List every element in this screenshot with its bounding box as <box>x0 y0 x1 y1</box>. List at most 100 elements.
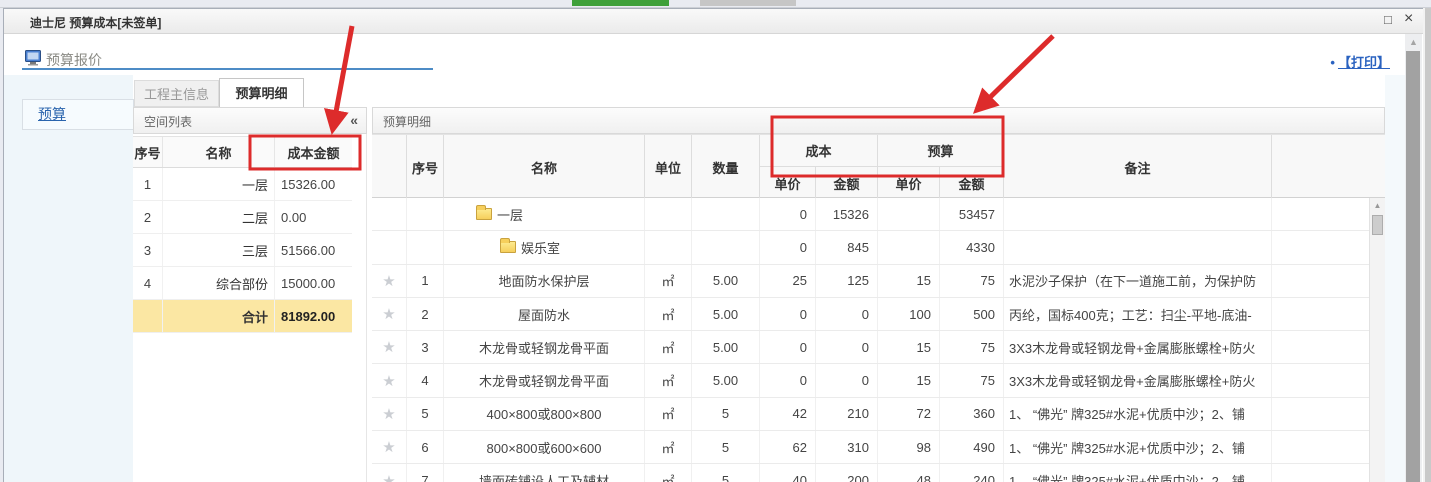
star-cell: ★ <box>372 364 407 396</box>
detail-unit: ㎡ <box>645 431 692 463</box>
detail-cost-price: 25 <box>760 265 816 297</box>
detail-row[interactable]: ★ 5 400×800或800×800 ㎡ 5 42 210 72 360 1、… <box>372 398 1385 431</box>
star-cell: ★ <box>372 198 407 230</box>
space-row[interactable]: 1 一层 15326.00 <box>133 168 352 201</box>
detail-name: 木龙骨或轻钢龙骨平面 <box>479 338 609 357</box>
detail-row[interactable]: ★ 2 屋面防水 ㎡ 5.00 0 0 100 500 丙纶，国标400克；工艺… <box>372 298 1385 331</box>
maximize-icon[interactable]: □ <box>1384 14 1396 26</box>
detail-unit <box>645 198 692 230</box>
star-icon[interactable]: ★ <box>382 438 395 456</box>
dialog-title: 迪士尼 预算成本[未签单] <box>30 14 161 31</box>
star-cell: ★ <box>372 298 407 330</box>
detail-seq: 3 <box>407 331 444 363</box>
col-seq: 序号 <box>407 135 444 199</box>
detail-row[interactable]: ★ 3 木龙骨或轻钢龙骨平面 ㎡ 5.00 0 0 15 75 3X3木龙骨或轻… <box>372 331 1385 364</box>
detail-budget-price <box>878 231 940 263</box>
col-unit: 单位 <box>645 135 692 199</box>
space-row-amount: 51566.00 <box>275 234 352 266</box>
detail-budget-amount: 240 <box>940 464 1004 482</box>
detail-table-body: ★ 一层 0 15326 53457 ★ 娱乐室 0 845 4330 ★ 1 … <box>372 198 1385 482</box>
detail-cost-amount: 845 <box>816 231 878 263</box>
detail-unit: ㎡ <box>645 265 692 297</box>
detail-row[interactable]: ★ 7 墙面砖铺设人工及辅材 ㎡ 5 40 200 48 240 1、 “佛光”… <box>372 464 1385 482</box>
detail-cost-price: 42 <box>760 398 816 430</box>
detail-scrollbar-thumb[interactable] <box>1372 215 1383 235</box>
detail-name-cell: 木龙骨或轻钢龙骨平面 <box>444 331 645 363</box>
star-cell: ★ <box>372 398 407 430</box>
space-row-name: 二层 <box>163 201 275 233</box>
space-row-name: 一层 <box>163 168 275 200</box>
star-cell: ★ <box>372 464 407 482</box>
space-row[interactable]: 3 三层 51566.00 <box>133 234 352 267</box>
space-row[interactable]: 2 二层 0.00 <box>133 201 352 234</box>
tab-budget-detail[interactable]: 预算明细 <box>219 78 304 108</box>
space-row-amount: 15000.00 <box>275 267 352 299</box>
space-table: 序号 名称 成本金额 1 一层 15326.00 2 二层 0.00 3 三层 … <box>133 136 352 333</box>
star-icon[interactable]: ★ <box>382 472 395 482</box>
detail-budget-amount: 75 <box>940 265 1004 297</box>
background-tab-green <box>572 0 669 6</box>
close-icon[interactable]: × <box>1404 11 1413 27</box>
star-icon[interactable]: ★ <box>382 372 395 390</box>
dialog-scrollbar[interactable]: ▲ <box>1405 34 1422 482</box>
space-row[interactable]: 4 综合部份 15000.00 <box>133 267 352 300</box>
detail-qty: 5 <box>692 398 760 430</box>
dialog-scrollbar-thumb[interactable] <box>1406 51 1420 482</box>
detail-remark: 丙纶，国标400克；工艺：扫尘-平地-底油- <box>1004 298 1272 330</box>
detail-budget-amount: 75 <box>940 364 1004 396</box>
space-row-name: 合计 <box>163 300 275 332</box>
tab-project-main-info[interactable]: 工程主信息 <box>134 80 219 107</box>
print-label: 【打印】 <box>1338 55 1390 70</box>
sidebar <box>4 75 133 482</box>
detail-table-scrollbar[interactable]: ▲ <box>1369 198 1385 482</box>
star-icon[interactable]: ★ <box>382 338 395 356</box>
detail-seq <box>407 198 444 230</box>
dialog-titlebar[interactable] <box>4 9 1431 34</box>
detail-cost-price: 40 <box>760 464 816 482</box>
col-star <box>372 135 407 199</box>
detail-remark: 3X3木龙骨或轻钢龙骨+金属膨胀螺栓+防火 <box>1004 331 1272 363</box>
detail-name: 400×800或800×800 <box>487 404 602 423</box>
detail-budget-price <box>878 198 940 230</box>
detail-cost-amount: 125 <box>816 265 878 297</box>
collapse-icon[interactable]: « <box>350 112 358 128</box>
detail-seq: 4 <box>407 364 444 396</box>
col-cost-price: 单价 <box>760 167 816 199</box>
scroll-up-icon[interactable]: ▲ <box>1405 37 1422 47</box>
browser-scrollbar[interactable] <box>1423 8 1431 482</box>
star-icon[interactable]: ★ <box>382 272 395 290</box>
space-row-seq <box>133 300 163 332</box>
detail-remark <box>1004 231 1272 263</box>
detail-name-cell: 地面防水保护层 <box>444 265 645 297</box>
print-link[interactable]: •【打印】 <box>1330 52 1390 71</box>
detail-name-cell: 一层 <box>444 198 645 230</box>
detail-row[interactable]: ★ 6 800×800或600×600 ㎡ 5 62 310 98 490 1、… <box>372 431 1385 464</box>
scroll-up-icon[interactable]: ▲ <box>1370 201 1385 210</box>
detail-cost-amount: 310 <box>816 431 878 463</box>
detail-remark: 1、 “佛光” 牌325#水泥+优质中沙；2、铺 <box>1004 398 1272 430</box>
detail-qty: 5 <box>692 464 760 482</box>
detail-row[interactable]: ★ 4 木龙骨或轻钢龙骨平面 ㎡ 5.00 0 0 15 75 3X3木龙骨或轻… <box>372 364 1385 397</box>
col-group-cost: 成本 <box>760 135 878 167</box>
detail-qty: 5.00 <box>692 265 760 297</box>
star-icon[interactable]: ★ <box>382 405 395 423</box>
detail-row[interactable]: ★ 娱乐室 0 845 4330 <box>372 231 1385 264</box>
detail-unit <box>645 231 692 263</box>
detail-cost-amount: 0 <box>816 331 878 363</box>
detail-cost-amount: 200 <box>816 464 878 482</box>
detail-row[interactable]: ★ 1 地面防水保护层 ㎡ 5.00 25 125 15 75 水泥沙子保护（在… <box>372 265 1385 298</box>
detail-cost-amount: 0 <box>816 364 878 396</box>
space-row-name: 综合部份 <box>163 267 275 299</box>
sidebar-item-budget[interactable]: 预算 <box>22 99 134 130</box>
detail-row[interactable]: ★ 一层 0 15326 53457 <box>372 198 1385 231</box>
space-row-seq: 3 <box>133 234 163 266</box>
detail-name: 墙面砖铺设人工及辅材 <box>479 471 609 482</box>
detail-table-header: 序号 名称 单位 数量 成本 预算 单价 金额 单价 金额 备注 <box>372 134 1385 198</box>
detail-name-cell: 娱乐室 <box>444 231 645 263</box>
space-row[interactable]: 合计 81892.00 <box>133 300 352 333</box>
detail-cost-amount: 0 <box>816 298 878 330</box>
star-icon[interactable]: ★ <box>382 305 395 323</box>
detail-qty <box>692 231 760 263</box>
detail-budget-price: 48 <box>878 464 940 482</box>
star-cell: ★ <box>372 231 407 263</box>
